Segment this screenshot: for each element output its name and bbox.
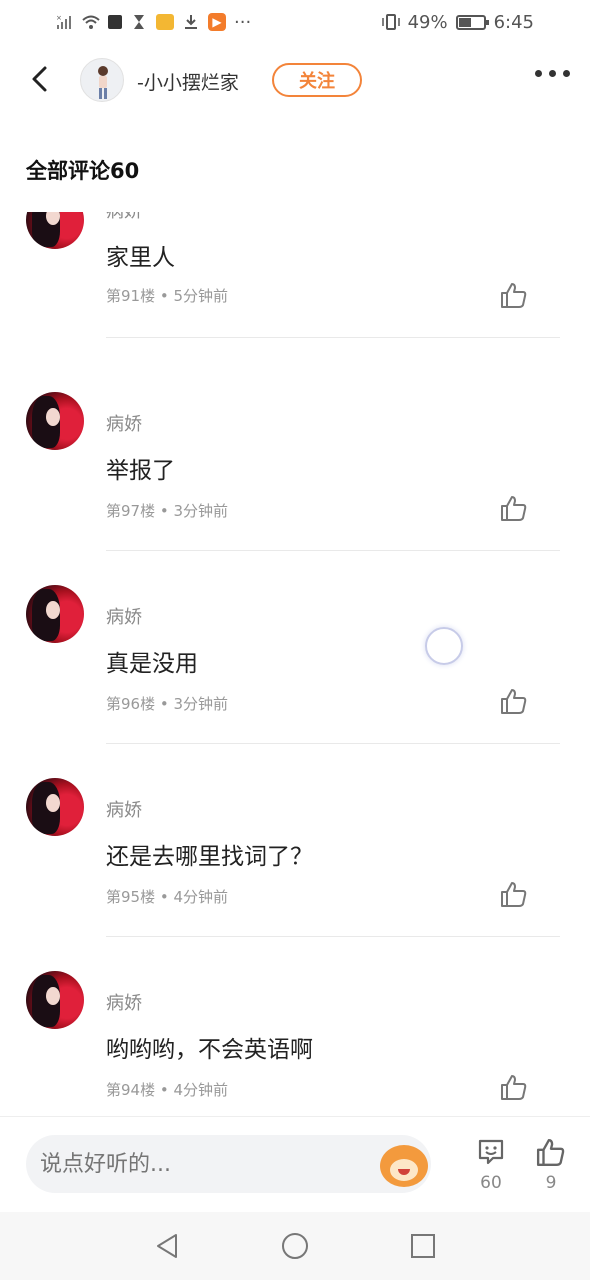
commenter-avatar[interactable]	[26, 392, 84, 450]
comments-section-title: 全部评论60	[26, 159, 140, 183]
comment-item: 病娇 真是没用 第96楼 • 3分钟前	[0, 577, 590, 770]
thumbs-up-icon[interactable]	[500, 281, 528, 309]
wifi-icon	[82, 15, 100, 29]
nav-home-icon[interactable]	[280, 1231, 310, 1261]
stop-icon	[108, 15, 122, 29]
like-post-button[interactable]: 9	[531, 1137, 571, 1193]
back-arrow-icon[interactable]	[26, 64, 56, 94]
commenter-name[interactable]: 病娇	[106, 212, 142, 223]
commenter-avatar[interactable]	[26, 585, 84, 643]
comment-list[interactable]: 病娇 家里人 第91楼 • 5分钟前 病娇 举报了 第97楼 • 3分钟前 病娇…	[0, 212, 590, 1116]
comment-divider	[106, 550, 560, 551]
nav-back-icon[interactable]	[152, 1231, 182, 1261]
comment-meta: 第91楼 • 5分钟前	[106, 287, 229, 305]
commenter-avatar[interactable]	[26, 212, 84, 249]
commenter-avatar[interactable]	[26, 778, 84, 836]
thumbs-up-icon	[536, 1139, 565, 1167]
battery-percent: 49%	[407, 11, 448, 33]
comment-item: 病娇 哟哟哟，不会英语啊 第94楼 • 4分钟前	[0, 963, 590, 1116]
commenter-avatar[interactable]	[26, 971, 84, 1029]
like-count: 9	[545, 1173, 557, 1193]
emoji-mascot-icon[interactable]	[380, 1145, 428, 1187]
girl-figure-icon	[98, 66, 108, 99]
thumbs-up-icon[interactable]	[500, 880, 528, 908]
comment-text: 家里人	[106, 245, 175, 271]
nav-recents-icon[interactable]	[408, 1231, 438, 1261]
more-dots-icon: ···	[234, 11, 252, 33]
comment-text: 哟哟哟，不会英语啊	[106, 1037, 313, 1063]
comment-meta: 第96楼 • 3分钟前	[106, 695, 229, 713]
author-avatar[interactable]	[80, 58, 124, 102]
comment-item: 病娇 家里人 第91楼 • 5分钟前	[0, 212, 590, 384]
post-header: -小小摆烂家 关注	[0, 52, 590, 108]
thumbs-up-icon[interactable]	[500, 1073, 528, 1101]
comment-meta: 第94楼 • 4分钟前	[106, 1081, 229, 1099]
touch-indicator	[425, 627, 463, 665]
comment-text: 真是没用	[106, 651, 198, 677]
comment-meta: 第97楼 • 3分钟前	[106, 502, 229, 520]
comment-item: 病娇 还是去哪里找词了？ 第95楼 • 4分钟前	[0, 770, 590, 963]
comment-bubble-icon	[478, 1139, 504, 1165]
commenter-name[interactable]: 病娇	[106, 796, 142, 822]
comment-divider	[106, 743, 560, 744]
comment-bottom-bar: 60 9	[0, 1116, 590, 1212]
battery-icon	[455, 14, 489, 30]
thumbs-up-icon[interactable]	[500, 687, 528, 715]
video-app-icon: ▶	[208, 13, 226, 31]
vibrate-icon	[381, 14, 400, 30]
more-options-icon[interactable]	[535, 70, 570, 77]
svg-text:×: ×	[56, 14, 62, 22]
comment-input[interactable]	[26, 1135, 431, 1193]
status-bar: × ▶ ··· 49% 6:45	[0, 0, 590, 44]
mail-icon	[156, 14, 174, 30]
commenter-name[interactable]: 病娇	[106, 410, 142, 436]
comment-text: 还是去哪里找词了？	[106, 844, 313, 870]
commenter-name[interactable]: 病娇	[106, 603, 142, 629]
thumbs-up-icon[interactable]	[500, 494, 528, 522]
comment-meta: 第95楼 • 4分钟前	[106, 888, 229, 906]
commenter-name[interactable]: 病娇	[106, 989, 142, 1015]
no-signal-icon: ×	[56, 14, 71, 29]
comment-text: 举报了	[106, 458, 175, 484]
status-icons-left: × ▶ ···	[56, 12, 251, 33]
clock: 6:45	[493, 11, 534, 33]
comments-count-button[interactable]: 60	[471, 1137, 511, 1193]
download-icon	[185, 15, 197, 29]
comment-item: 病娇 举报了 第97楼 • 3分钟前	[0, 384, 590, 577]
status-icons-right: 49% 6:45	[381, 11, 534, 33]
follow-button[interactable]: 关注	[272, 63, 362, 97]
comment-divider	[106, 337, 560, 338]
system-nav-bar	[0, 1212, 590, 1280]
comment-count: 60	[480, 1173, 502, 1193]
author-name[interactable]: -小小摆烂家	[137, 68, 239, 95]
comment-divider	[106, 936, 560, 937]
hourglass-icon	[134, 15, 144, 29]
